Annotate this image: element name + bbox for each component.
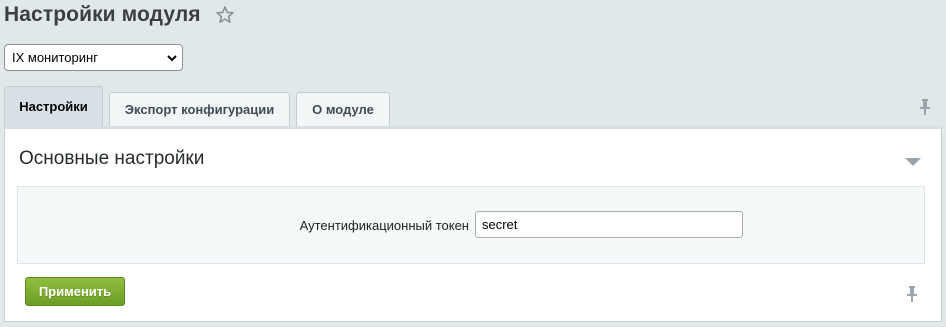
chevron-down-icon [166, 52, 178, 64]
pin-icon-bottom[interactable] [905, 285, 919, 303]
tab-bar: Настройки Экспорт конфигурации О модуле [4, 86, 396, 126]
module-settings-page: Настройки модуля IX мониторинг Настройки… [0, 0, 946, 327]
section-title: Основные настройки [19, 148, 205, 169]
token-input[interactable] [475, 211, 743, 238]
tab-settings[interactable]: Настройки [4, 86, 103, 126]
title-row: Настройки модуля [4, 3, 235, 27]
apply-button[interactable]: Применить [25, 277, 125, 306]
settings-panel: Основные настройки Аутентификационный то… [4, 126, 942, 322]
tab-export-config[interactable]: Экспорт конфигурации [109, 92, 290, 126]
tab-about-module[interactable]: О модуле [296, 92, 390, 126]
settings-form: Аутентификационный токен [17, 186, 925, 264]
page-title: Настройки модуля [4, 3, 201, 26]
star-icon[interactable] [215, 5, 235, 25]
module-select-value: IX мониторинг [12, 50, 98, 65]
pin-icon[interactable] [918, 98, 932, 116]
token-label: Аутентификационный токен [299, 218, 469, 233]
triangle-down-icon[interactable] [903, 155, 923, 167]
module-select[interactable]: IX мониторинг [4, 44, 183, 71]
